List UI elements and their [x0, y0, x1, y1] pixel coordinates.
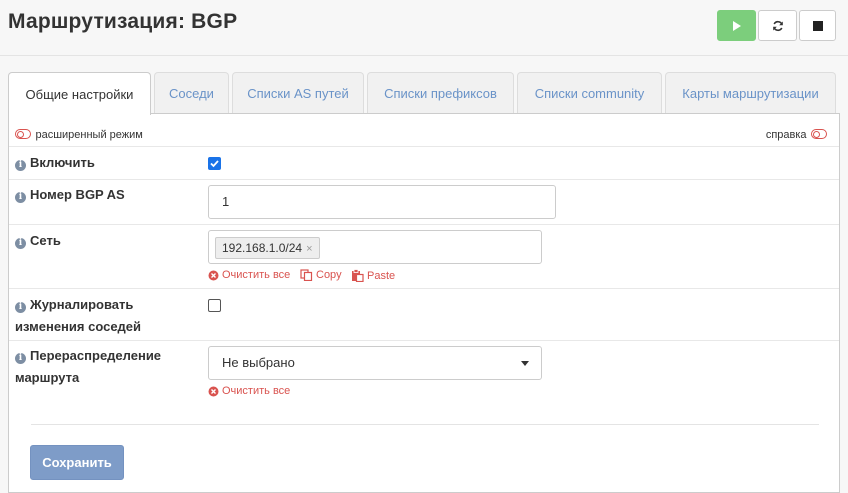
clear-circle-icon — [208, 386, 219, 396]
form-divider — [31, 424, 819, 425]
network-row: i Сеть 192.168.1.0/24 × Очистить все Copy … — [9, 225, 839, 289]
paste-icon — [352, 269, 364, 282]
redistribution-select[interactable]: Не выбрано — [208, 346, 542, 380]
redistribution-row: i Перераспределение маршрута Не выбрано О… — [9, 341, 839, 411]
stop-icon — [812, 20, 823, 31]
network-label: i Сеть — [15, 230, 61, 252]
play-icon — [732, 20, 741, 31]
enable-label: i Включить — [15, 152, 95, 174]
info-icon[interactable]: i — [15, 238, 26, 249]
settings-panel: расширенный режим справка i Включить i Ном… — [8, 113, 840, 493]
info-icon[interactable]: i — [15, 160, 26, 171]
enable-checkbox[interactable] — [208, 157, 221, 170]
advanced-mode-label: расширенный режим — [35, 129, 143, 141]
redistribution-label: i Перераспределение маршрута — [15, 348, 162, 385]
tab-community-lists[interactable]: Списки community — [517, 72, 662, 114]
stop-service-button[interactable] — [799, 10, 836, 41]
tab-as-path-lists[interactable]: Списки AS путей — [232, 72, 364, 114]
caret-down-icon — [521, 361, 529, 366]
tab-general-settings[interactable]: Общие настройки — [8, 72, 151, 115]
tab-route-maps[interactable]: Карты маршрутизации — [665, 72, 836, 114]
log-neighbor-changes-checkbox[interactable] — [208, 299, 221, 312]
network-copy-link[interactable]: Copy — [300, 269, 342, 281]
mode-row: расширенный режим справка — [9, 114, 839, 147]
page-header: Маршрутизация: BGP — [0, 0, 848, 56]
start-service-button[interactable] — [717, 10, 756, 41]
network-clear-all-link[interactable]: Очистить все — [208, 269, 290, 281]
advanced-mode-toggle[interactable]: расширенный режим — [15, 125, 143, 143]
info-icon[interactable]: i — [15, 353, 26, 364]
copy-icon — [300, 269, 313, 281]
restart-service-button[interactable] — [758, 10, 797, 41]
help-label: справка — [765, 129, 807, 141]
clear-circle-icon — [208, 270, 219, 280]
log-neighbor-changes-row: i Журналировать изменения соседей — [9, 289, 839, 341]
toggle-off-icon — [15, 129, 31, 139]
info-icon[interactable]: i — [15, 192, 26, 203]
network-tokenizer-input[interactable]: 192.168.1.0/24 × — [208, 230, 542, 264]
redistribution-clear-all-link[interactable]: Очистить все — [208, 385, 290, 397]
tab-prefix-lists[interactable]: Списки префиксов — [367, 72, 514, 114]
remove-tag-icon[interactable]: × — [306, 243, 312, 255]
as-number-label: i Номер BGP AS — [15, 184, 125, 206]
help-toggle[interactable]: справка — [766, 125, 827, 143]
info-icon[interactable]: i — [15, 302, 26, 313]
tab-neighbors[interactable]: Соседи — [154, 72, 229, 114]
toggle-off-icon — [811, 129, 827, 139]
network-paste-link[interactable]: Paste — [351, 269, 395, 282]
log-neighbor-changes-label: i Журналировать изменения соседей — [15, 297, 142, 334]
checkmark-icon — [210, 160, 219, 168]
as-number-input[interactable]: 1 — [208, 185, 556, 219]
as-number-row: i Номер BGP AS 1 — [9, 180, 839, 225]
refresh-icon — [772, 20, 783, 31]
page-title: Маршрутизация: BGP — [8, 10, 238, 33]
save-button[interactable]: Сохранить — [30, 445, 124, 480]
network-tag[interactable]: 192.168.1.0/24 × — [215, 237, 320, 259]
enable-row: i Включить — [9, 147, 839, 180]
